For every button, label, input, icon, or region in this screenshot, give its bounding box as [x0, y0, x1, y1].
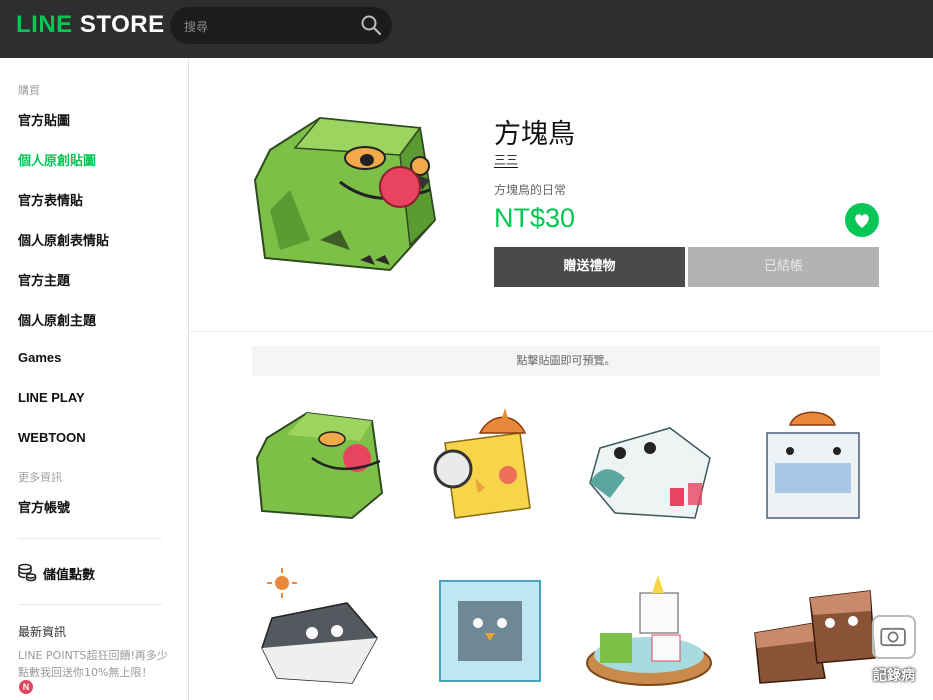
sticker-item[interactable] — [420, 403, 558, 533]
sidebar-item-official-themes[interactable]: 官方主題 — [18, 270, 70, 289]
news-text[interactable]: LINE POINTS超狂回饋!再多少點數我回送你10%無上限！ — [18, 647, 168, 681]
sticker-description: 方塊鳥的日常 — [494, 183, 567, 197]
sidebar-item-official-account[interactable]: 官方帳號 — [18, 497, 70, 516]
frozen-bird-sticker — [439, 580, 541, 682]
search-input[interactable]: 搜尋 — [170, 7, 392, 44]
sidebar-heading-news: 最新資訊 — [18, 625, 67, 639]
preview-hint: 點擊貼圖即可預覽。 — [252, 346, 880, 376]
section-divider — [190, 331, 933, 332]
grey-bird-sticker — [261, 568, 378, 684]
sidebar-divider-2 — [18, 604, 162, 605]
green-bird-illustration — [253, 116, 437, 272]
price-label: NT$30 — [494, 203, 576, 233]
sidebar-item-line-play[interactable]: LINE PLAY — [18, 390, 85, 405]
author-link[interactable]: 三三 — [494, 153, 519, 168]
white-bird-sticker — [589, 427, 711, 519]
logo-line-text: LINE — [16, 11, 73, 38]
logo-store-text: STORE — [79, 11, 165, 38]
camera-label: 記錄病 — [873, 668, 915, 684]
search-placeholder: 搜尋 — [184, 20, 209, 34]
brown-birds-sticker — [754, 590, 876, 684]
sticker-title: 方塊鳥 — [494, 119, 575, 150]
sidebar-heading-more: 更多資訊 — [18, 471, 62, 484]
sticker-item[interactable] — [420, 563, 558, 693]
sticker-item[interactable] — [745, 563, 883, 693]
sidebar-item-creators-themes[interactable]: 個人原創主題 — [18, 310, 96, 329]
birds-in-bowl-sticker — [586, 575, 712, 686]
purchased-button: 已結帳 — [688, 247, 879, 287]
sidebar-item-official-stickers[interactable]: 官方貼圖 — [18, 110, 70, 129]
sidebar-item-creators-stickers[interactable]: 個人原創貼圖 — [18, 150, 96, 169]
sidebar-item-games[interactable]: Games — [18, 350, 61, 365]
heart-icon — [855, 214, 869, 228]
sidebar-item-creators-emoji[interactable]: 個人原創表情貼 — [18, 230, 109, 249]
sidebar-divider — [18, 538, 162, 539]
send-gift-button[interactable]: 贈送禮物 — [494, 247, 685, 287]
sticker-item[interactable] — [252, 403, 390, 533]
coins-icon — [18, 563, 37, 582]
camera-overlay: 記錄病 — [866, 615, 922, 695]
green-bird-sticker — [255, 411, 384, 520]
sidebar-item-webtoon[interactable]: WEBTOON — [18, 430, 86, 445]
search-icon[interactable] — [360, 14, 382, 36]
sidebar: 購買 官方貼圖 個人原創貼圖 官方表情貼 個人原創表情貼 官方主題 個人原創主題… — [0, 58, 189, 700]
camera-icon — [872, 615, 916, 659]
top-bar: LINE STORE 搜尋 — [0, 0, 933, 58]
wishlist-button[interactable] — [845, 203, 879, 237]
charge-points-label: 儲值點數 — [43, 568, 96, 583]
new-badge: N — [19, 680, 33, 694]
masked-bird-sticker — [766, 411, 860, 519]
sidebar-heading-buy: 購買 — [18, 84, 40, 97]
charge-points-link[interactable]: 儲值點數 — [17, 561, 167, 583]
main-content: 方塊鳥 三三 方塊鳥的日常 NT$30 贈送禮物 已結帳 點擊貼圖即可預覽。 — [190, 58, 933, 700]
sticker-item[interactable] — [580, 403, 718, 533]
sidebar-item-official-emoji[interactable]: 官方表情貼 — [18, 190, 83, 209]
line-store-logo[interactable]: LINE STORE — [16, 11, 165, 39]
detective-bird-sticker — [433, 408, 531, 519]
sticker-item[interactable] — [580, 563, 718, 693]
main-sticker-image — [250, 110, 440, 285]
sticker-item[interactable] — [252, 563, 390, 693]
sticker-item[interactable] — [745, 403, 883, 533]
